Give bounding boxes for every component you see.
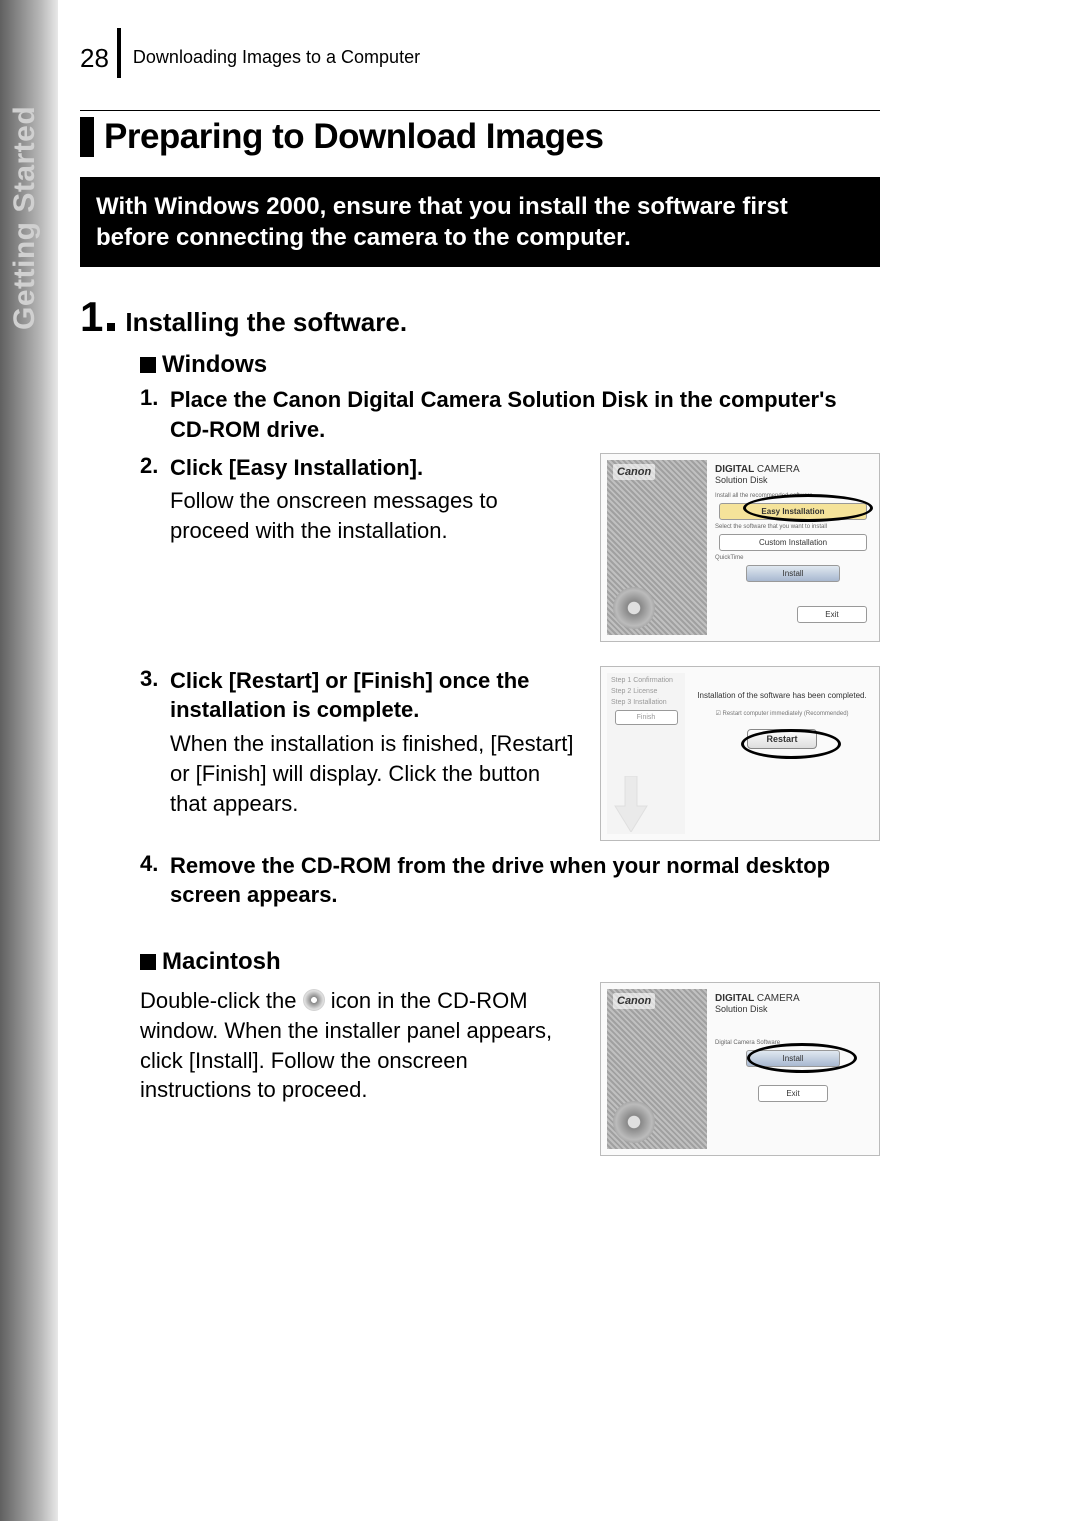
title-bar-icon bbox=[80, 117, 94, 157]
substep-number: 1. bbox=[140, 385, 170, 444]
warning-box: With Windows 2000, ensure that you insta… bbox=[80, 177, 880, 267]
side-tab-label: Getting Started bbox=[8, 106, 42, 330]
screenshot-installer: Canon DIGITAL CAMERA Solution Disk Insta… bbox=[600, 453, 880, 642]
screenshot-logo: DIGITAL CAMERA bbox=[715, 464, 871, 475]
os-heading-label: Macintosh bbox=[162, 948, 281, 976]
tiny-text: Select the software that you want to ins… bbox=[715, 524, 871, 530]
os-heading-windows: Windows bbox=[140, 351, 880, 379]
side-tab: Getting Started bbox=[0, 0, 58, 1521]
substep-number: 2. bbox=[140, 453, 170, 546]
step-major-number: 1 bbox=[80, 293, 103, 341]
cd-icon bbox=[303, 989, 325, 1011]
canon-logo: Canon bbox=[613, 993, 655, 1009]
exit-button: Exit bbox=[758, 1085, 828, 1102]
restart-now-text: ☑ Restart computer immediately (Recommen… bbox=[697, 710, 867, 717]
screenshot-sub: Solution Disk bbox=[715, 475, 871, 485]
header-text: Downloading Images to a Computer bbox=[133, 47, 420, 68]
square-bullet-icon bbox=[140, 954, 156, 970]
install-button: Install bbox=[746, 565, 840, 582]
divider bbox=[80, 110, 880, 111]
disc-icon bbox=[613, 587, 655, 629]
exit-button: Exit bbox=[797, 606, 867, 623]
screenshot-image-panel: Canon bbox=[607, 989, 707, 1149]
finish-button: Finish bbox=[615, 710, 678, 725]
easy-installation-button: Easy Installation bbox=[719, 503, 867, 520]
os-heading-macintosh: Macintosh bbox=[140, 948, 880, 976]
screenshot-logo: DIGITAL CAMERA bbox=[715, 993, 871, 1004]
page-header: 28 Downloading Images to a Computer bbox=[80, 20, 880, 70]
substep-number: 3. bbox=[140, 666, 170, 818]
screenshot-image-panel: Canon bbox=[607, 460, 707, 635]
substep-number: 4. bbox=[140, 851, 170, 910]
install-button: Install bbox=[746, 1050, 840, 1067]
substep-bold: Place the Canon Digital Camera Solution … bbox=[170, 385, 880, 444]
restart-button: Restart bbox=[747, 729, 816, 749]
canon-logo: Canon bbox=[613, 464, 655, 480]
screenshot-mac-installer: Canon DIGITAL CAMERA Solution Disk Digit… bbox=[600, 982, 880, 1156]
step-major-title: Installing the software. bbox=[125, 307, 407, 338]
substep-bold: Click [Restart] or [Finish] once the ins… bbox=[170, 666, 582, 725]
os-heading-label: Windows bbox=[162, 351, 267, 379]
substep-bold: Remove the CD-ROM from the drive when yo… bbox=[170, 851, 880, 910]
screenshot-restart: Step 1 Confirmation Step 2 License Step … bbox=[600, 666, 880, 841]
section-title: Preparing to Download Images bbox=[80, 117, 880, 157]
custom-installation-button: Custom Installation bbox=[719, 534, 867, 551]
tiny-text: Digital Camera Software bbox=[715, 1040, 871, 1046]
page-number: 28 bbox=[80, 43, 109, 74]
down-arrow-icon bbox=[611, 776, 651, 832]
dot-icon bbox=[107, 323, 115, 331]
substep-3: 3. Click [Restart] or [Finish] once the … bbox=[140, 666, 582, 818]
substep-1: 1. Place the Canon Digital Camera Soluti… bbox=[140, 385, 880, 444]
disc-icon bbox=[613, 1101, 655, 1143]
substep-4: 4. Remove the CD-ROM from the drive when… bbox=[140, 851, 880, 910]
substep-regular: Follow the onscreen messages to proceed … bbox=[170, 486, 582, 545]
substep-bold: Click [Easy Installation]. bbox=[170, 453, 582, 483]
tiny-text: QuickTime bbox=[715, 555, 871, 561]
screenshot-sub: Solution Disk bbox=[715, 1004, 871, 1014]
section-heading: Preparing to Download Images bbox=[104, 117, 603, 157]
header-divider bbox=[117, 28, 121, 78]
step-major: 1 Installing the software. bbox=[80, 293, 880, 341]
substep-regular: When the installation is finished, [Rest… bbox=[170, 729, 582, 818]
completed-text: Installation of the software has been co… bbox=[697, 691, 867, 700]
substep-2: 2. Click [Easy Installation]. Follow the… bbox=[140, 453, 582, 546]
macintosh-text: Double-click the icon in the CD-ROM wind… bbox=[140, 986, 582, 1105]
tiny-text: Install all the recommended software bbox=[715, 493, 871, 499]
square-bullet-icon bbox=[140, 357, 156, 373]
